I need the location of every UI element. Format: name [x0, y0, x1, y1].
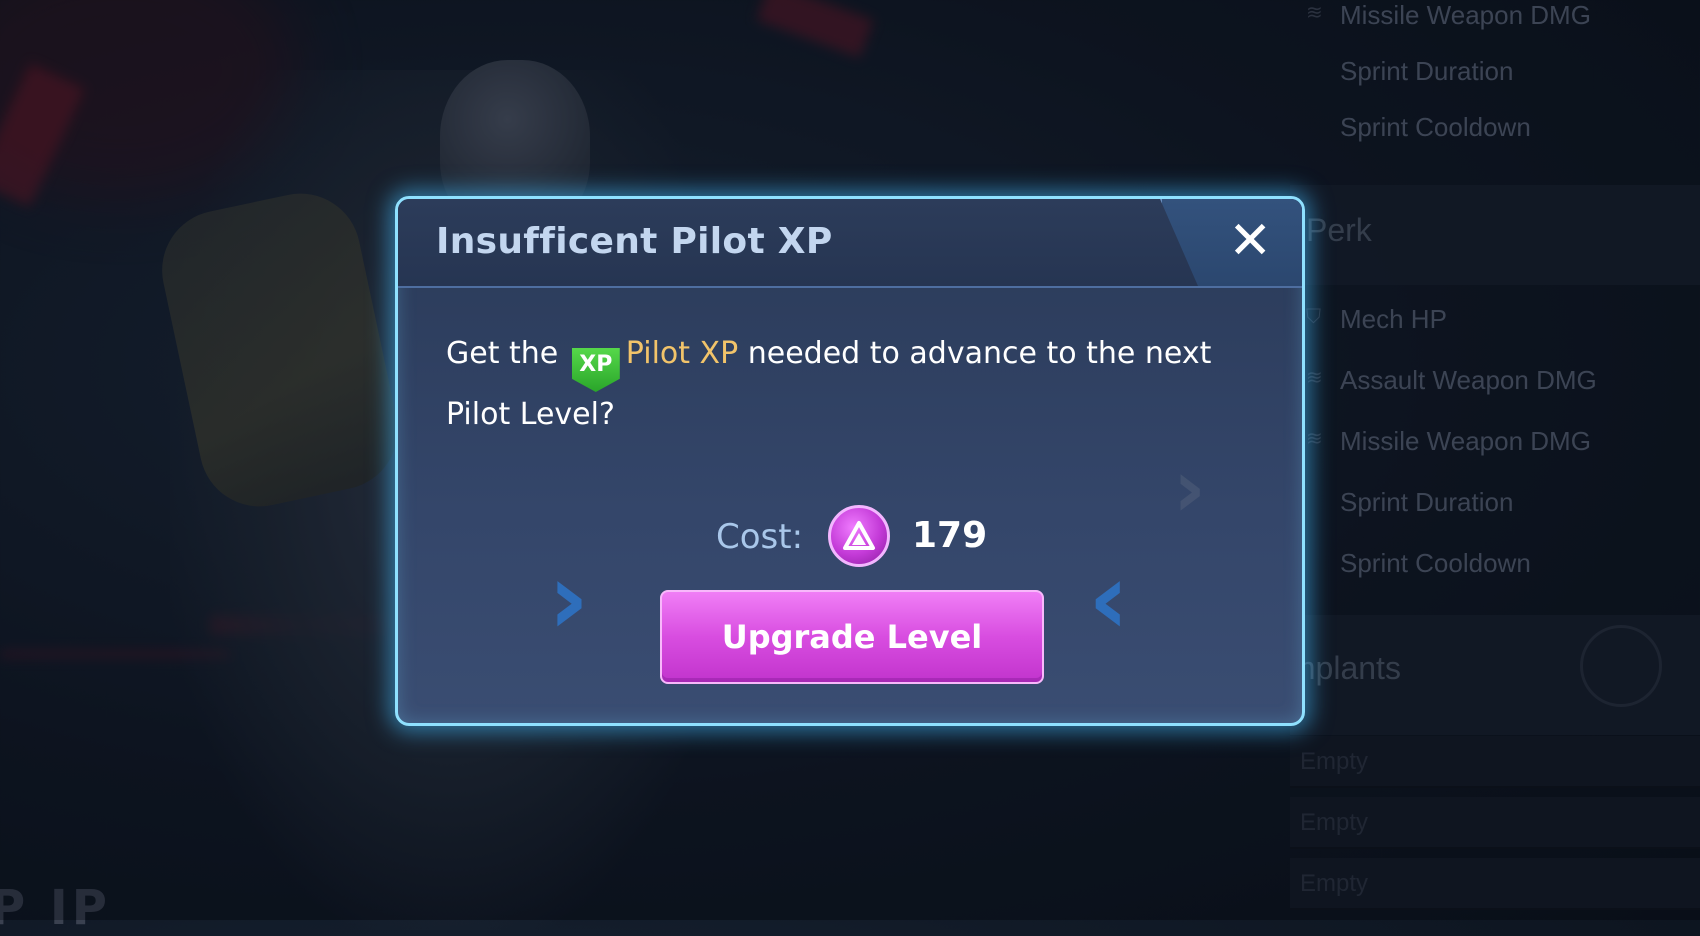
chevron-right-icon: ›	[548, 540, 590, 657]
insufficient-xp-dialog: Insufficent Pilot XP ✕ Get the XP Pilot X…	[395, 196, 1305, 726]
upgrade-level-button[interactable]: Upgrade Level	[660, 590, 1044, 684]
chevron-left-icon: ‹	[1088, 540, 1130, 657]
cost-value: 179	[912, 515, 988, 556]
xp-icon: XP	[571, 348, 620, 392]
message-suffix: needed to advance to the next Pilot Leve…	[446, 336, 1212, 432]
premium-currency-icon	[828, 505, 890, 567]
chevron-right-icon: ›	[1173, 442, 1206, 535]
message-prefix: Get the	[446, 336, 559, 371]
message-highlight: Pilot XP	[625, 336, 739, 371]
close-icon: ✕	[1228, 211, 1272, 271]
cost-label: Cost:	[716, 517, 804, 557]
upgrade-level-label: Upgrade Level	[721, 618, 983, 656]
dialog-message: Get the XP Pilot XP needed to advance to …	[446, 331, 1246, 437]
dialog-title: Insufficent Pilot XP	[436, 221, 833, 262]
